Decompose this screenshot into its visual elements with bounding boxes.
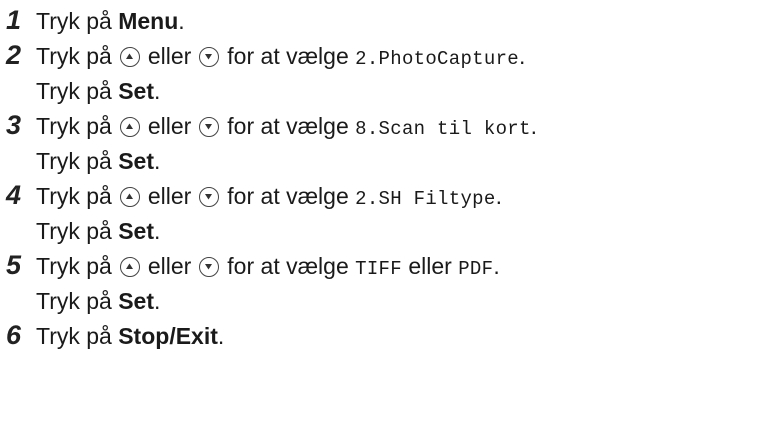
step-text: Tryk på Set. [36, 284, 160, 319]
set-key-label: Set [118, 148, 155, 174]
step-text-prefix: Tryk på [36, 113, 112, 139]
step-text-prefix: Tryk på [36, 78, 119, 104]
step-text-prefix: Tryk på [36, 218, 119, 244]
step-text-prefix: Tryk på [36, 8, 119, 34]
or-text: eller [147, 253, 192, 279]
step-3-continuation: Tryk på Set. [6, 144, 756, 179]
for-text: for at vælge [227, 253, 349, 279]
up-arrow-button-icon [119, 47, 140, 67]
step-5: 5 Tryk på eller for at vælge TIFF eller PD… [6, 249, 756, 284]
step-text-prefix: Tryk på [36, 323, 119, 349]
up-arrow-button-icon [119, 187, 140, 207]
step-text-prefix: Tryk på [36, 288, 119, 314]
step-text: Tryk på Menu. [36, 4, 185, 39]
step-text-suffix: . [154, 148, 161, 174]
step-number: 5 [6, 250, 22, 280]
for-text: for at vælge [227, 183, 349, 209]
lcd-option-tiff: TIFF [355, 258, 402, 280]
step-text-prefix: Tryk på [36, 148, 119, 174]
set-key-label: Set [118, 288, 155, 314]
step-number: 3 [6, 110, 22, 140]
step-text-suffix: . [518, 43, 526, 69]
step-text-suffix: . [154, 78, 161, 104]
lcd-option: 8.Scan til kort [355, 118, 531, 140]
step-text: Tryk på eller for at vælge TIFF eller PDF. [36, 249, 500, 287]
step-text-suffix: . [154, 218, 161, 244]
step-text-prefix: Tryk på [36, 183, 112, 209]
step-number: 1 [6, 5, 22, 35]
step-text-suffix: . [178, 8, 185, 34]
step-text: Tryk på eller for at vælge 2.SH Filtype. [36, 179, 502, 217]
step-text: Tryk på Set. [36, 74, 160, 109]
or-text: eller [147, 113, 192, 139]
step-1: 1 Tryk på Menu. [6, 4, 756, 39]
step-4-continuation: Tryk på Set. [6, 214, 756, 249]
step-text-prefix: Tryk på [36, 253, 112, 279]
set-key-label: Set [118, 218, 155, 244]
step-text: Tryk på Set. [36, 214, 160, 249]
lcd-option: 2.SH Filtype [355, 188, 496, 210]
step-2-continuation: Tryk på Set. [6, 74, 756, 109]
lcd-option-pdf: PDF [458, 258, 494, 280]
step-text: Tryk på eller for at vælge 8.Scan til kort… [36, 109, 537, 147]
step-text: Tryk på Stop/Exit. [36, 319, 224, 354]
up-arrow-button-icon [119, 117, 140, 137]
stop-exit-key-label: Stop/Exit [118, 323, 218, 349]
step-number: 2 [6, 40, 22, 70]
for-text: for at vælge [227, 113, 349, 139]
down-arrow-button-icon [199, 117, 220, 137]
step-6: 6 Tryk på Stop/Exit. [6, 319, 756, 354]
step-number: 4 [6, 180, 22, 210]
or-text: eller [147, 183, 192, 209]
step-text-suffix: . [217, 323, 225, 349]
step-number: 6 [6, 320, 22, 350]
instruction-steps: 1 Tryk på Menu. 2 Tryk på eller for at væl… [6, 4, 756, 354]
step-text-prefix: Tryk på [36, 43, 112, 69]
down-arrow-button-icon [199, 257, 220, 277]
step-text-suffix: . [495, 183, 502, 209]
step-4: 4 Tryk på eller for at vælge 2.SH Filtype. [6, 179, 756, 214]
step-text-suffix: . [493, 253, 500, 279]
step-2: 2 Tryk på eller for at vælge 2.PhotoCaptur… [6, 39, 756, 74]
step-text-suffix: . [530, 113, 538, 139]
down-arrow-button-icon [199, 47, 220, 67]
step-5-continuation: Tryk på Set. [6, 284, 756, 319]
or-text: eller [147, 43, 192, 69]
step-text: Tryk på eller for at vælge 2.PhotoCapture. [36, 39, 525, 77]
or-text: eller [408, 253, 452, 279]
down-arrow-button-icon [199, 187, 220, 207]
menu-key-label: Menu [118, 8, 179, 34]
up-arrow-button-icon [119, 257, 140, 277]
step-text: Tryk på Set. [36, 144, 160, 179]
set-key-label: Set [118, 78, 155, 104]
lcd-option: 2.PhotoCapture [355, 48, 519, 70]
step-3: 3 Tryk på eller for at vælge 8.Scan til ko… [6, 109, 756, 144]
step-text-suffix: . [154, 288, 161, 314]
for-text: for at vælge [227, 43, 349, 69]
